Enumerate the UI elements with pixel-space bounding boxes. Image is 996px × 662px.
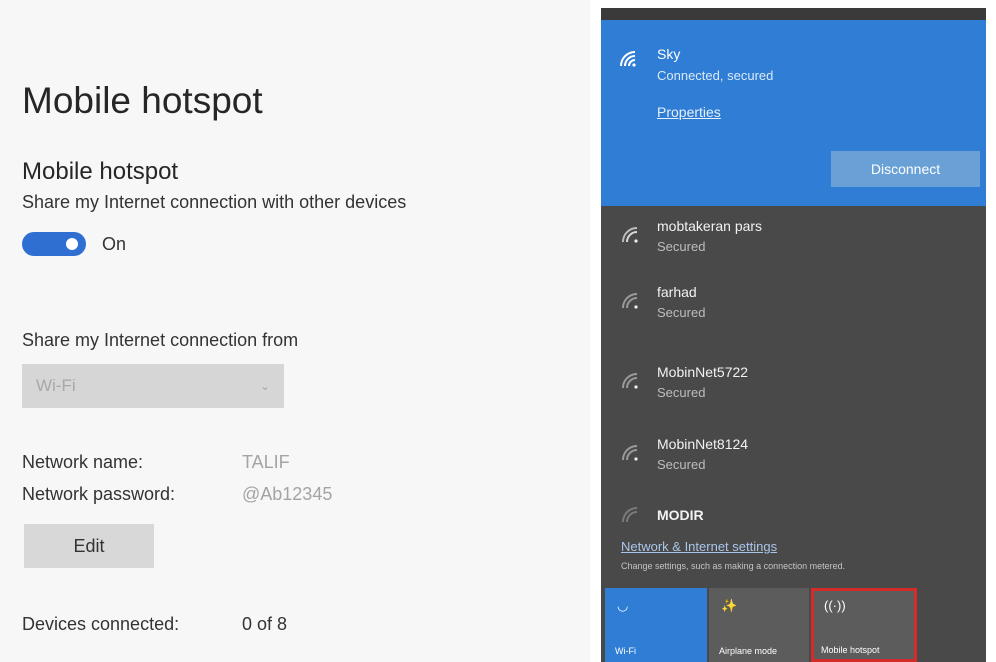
- edit-button[interactable]: Edit: [24, 524, 154, 568]
- airplane-tile-label: Airplane mode: [719, 646, 778, 656]
- network-status: Secured: [657, 239, 706, 254]
- network-name: mobtakeran pars: [657, 218, 763, 234]
- share-from-select[interactable]: Wi-Fi ⌄: [22, 364, 284, 408]
- network-password-row: Network password: @Ab12345: [22, 484, 332, 505]
- share-from-label: Share my Internet connection from: [22, 330, 299, 350]
- wifi-secured-icon: [622, 227, 638, 243]
- network-item[interactable]: MobinNet8124 Secured: [601, 430, 986, 490]
- wifi-icon: ◡: [617, 598, 629, 613]
- hotspot-tile-label: Mobile hotspot: [821, 645, 880, 655]
- network-status: Secured: [657, 385, 706, 400]
- network-item[interactable]: MobinNet5722 Secured: [601, 358, 986, 418]
- wifi-secured-icon: [622, 373, 638, 389]
- toggle-knob: [66, 238, 78, 250]
- properties-link[interactable]: Properties: [657, 104, 721, 120]
- wifi-signal-icon: [620, 51, 636, 67]
- active-network[interactable]: Sky Connected, secured Properties Discon…: [601, 20, 986, 206]
- flyout-top-strip: [601, 8, 986, 20]
- network-name: farhad: [657, 284, 697, 300]
- hotspot-icon: ((·)): [824, 598, 846, 613]
- active-network-name: Sky: [657, 46, 681, 62]
- wifi-secured-icon: [622, 445, 638, 461]
- wifi-quick-action[interactable]: ◡ Wi-Fi: [605, 588, 707, 662]
- wifi-weak-icon: [622, 507, 638, 523]
- airplane-icon: ✨: [721, 598, 738, 613]
- wifi-tile-label: Wi-Fi: [615, 646, 636, 656]
- disconnect-button[interactable]: Disconnect: [831, 151, 980, 187]
- network-name: MobinNet8124: [657, 436, 749, 452]
- share-description: Share my Internet connection with other …: [22, 192, 407, 212]
- hotspot-toggle[interactable]: [22, 232, 86, 256]
- network-status: Secured: [657, 457, 706, 472]
- devices-connected-label: Devices connected:: [22, 614, 180, 634]
- network-name: MODIR: [657, 507, 704, 523]
- chevron-down-icon: ⌄: [259, 379, 270, 393]
- page-title: Mobile hotspot: [22, 80, 263, 121]
- network-password-value: @Ab12345: [242, 484, 333, 504]
- network-flyout: Sky Connected, secured Properties Discon…: [601, 8, 986, 662]
- network-name-label: Network name:: [22, 452, 144, 472]
- toggle-state-label: On: [102, 233, 127, 254]
- network-settings-description: Change settings, such as making a connec…: [621, 561, 846, 571]
- hotspot-toggle-row: On: [22, 232, 126, 256]
- network-name-row: Network name: TALIF: [22, 452, 290, 473]
- network-item[interactable]: farhad Secured: [601, 278, 986, 338]
- section-title: Mobile hotspot: [22, 158, 179, 185]
- network-item[interactable]: mobtakeran pars Secured: [601, 212, 986, 272]
- mobile-hotspot-quick-action[interactable]: ((·)) Mobile hotspot: [811, 588, 917, 662]
- network-settings-link[interactable]: Network & Internet settings: [621, 539, 777, 554]
- airplane-mode-quick-action[interactable]: ✨ Airplane mode: [709, 588, 809, 662]
- active-network-status: Connected, secured: [657, 68, 774, 83]
- settings-panel: Mobile hotspot Mobile hotspot Share my I…: [0, 0, 590, 662]
- wifi-secured-icon: [622, 293, 638, 309]
- share-from-value: Wi-Fi: [36, 376, 76, 395]
- network-name-value: TALIF: [242, 452, 290, 472]
- network-password-label: Network password:: [22, 484, 176, 504]
- devices-connected-row: Devices connected: 0 of 8: [22, 614, 287, 635]
- devices-connected-value: 0 of 8: [242, 614, 288, 634]
- network-name: MobinNet5722: [657, 364, 749, 380]
- network-status: Secured: [657, 305, 706, 320]
